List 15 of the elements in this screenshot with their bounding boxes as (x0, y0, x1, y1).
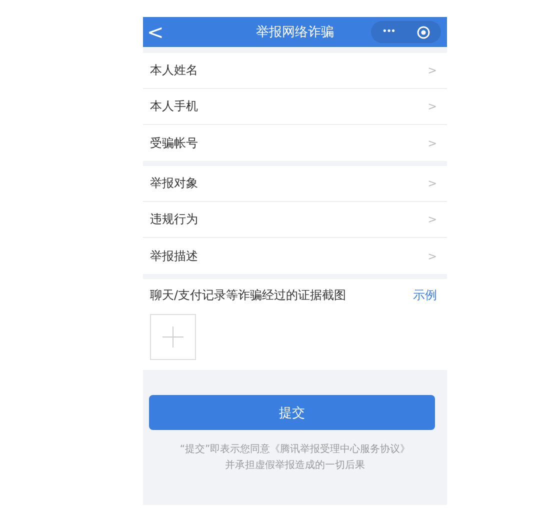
form-row[interactable]: 违规行为 > (143, 202, 447, 238)
form-row[interactable]: 本人手机 > (143, 89, 447, 125)
back-button[interactable]: < (143, 22, 168, 42)
form-row[interactable]: 受骗帐号 > (143, 125, 447, 161)
example-link[interactable]: 示例 (413, 287, 437, 304)
close-icon[interactable] (416, 26, 430, 38)
evidence-label: 聊天/支付记录等诈骗经过的证据截图 (150, 287, 346, 304)
more-button[interactable]: ••• (382, 27, 395, 37)
form-row[interactable]: 举报描述 > (143, 238, 447, 274)
submit-button[interactable]: 提交 (149, 395, 435, 430)
form-row[interactable]: 本人姓名 > (143, 53, 447, 89)
notice-text: “提交”即表示您同意《腾讯举报受理中心服务协议》 (180, 442, 410, 456)
notice-text: 并承担虚假举报造成的一切后果 (225, 458, 365, 472)
page-title: 举报网络诈骗 (256, 24, 334, 41)
form-row[interactable]: 举报对象 > (143, 166, 447, 202)
